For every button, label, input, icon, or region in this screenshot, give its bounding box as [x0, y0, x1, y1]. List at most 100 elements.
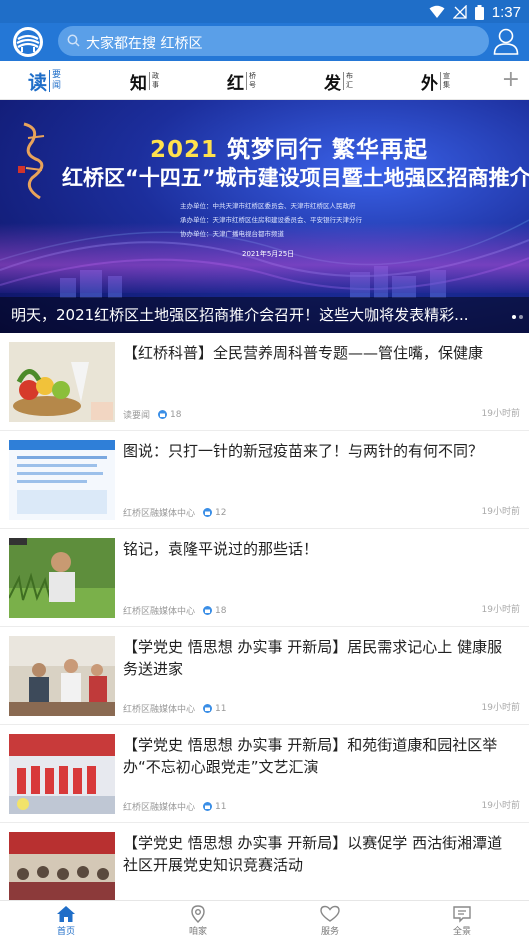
tab-external[interactable]: 外 宣集 [421, 67, 450, 95]
news-source: 红桥区融媒体中心 [123, 607, 196, 617]
banner-host: 主办单位：中共天津市红桥区委员会、天津市红桥区人民政府 [180, 202, 356, 210]
search-placeholder: 大家都在搜 红桥区 [86, 36, 203, 52]
news-thumbnail [9, 440, 115, 520]
tab-read-news-char: 读 [28, 71, 48, 94]
banner-headline: 2021 筑梦同行 繁华再起 [150, 130, 428, 164]
tab-sub-char: 事 [152, 81, 159, 89]
tab-sub-char: 汇 [346, 81, 353, 89]
tab-sub-char: 政 [152, 72, 159, 80]
bottom-tab-home[interactable]: 首页 [36, 905, 96, 937]
news-title: 铭记，袁隆平说过的那些话！ [123, 540, 319, 558]
like-icon [203, 802, 213, 811]
tab-sub-char: 集 [443, 81, 450, 89]
tab-sub-char: 要 [52, 70, 62, 80]
news-likes: 11 [203, 704, 226, 714]
tab-sub-char: 闻 [52, 81, 62, 91]
location-icon [191, 905, 205, 923]
bottom-tab-bar: 首页 咱家 服务 全景 [0, 900, 529, 942]
news-meta: 读要闻 18 [123, 408, 181, 422]
news-title: 图说：只打一针的新冠疫苗来了！与两针的有何不同？ [123, 442, 484, 460]
banner-date: 2021年5月25日 [242, 250, 295, 258]
calligraphy-seal-icon [18, 122, 45, 200]
heart-icon [320, 905, 340, 922]
news-time: 19小时前 [481, 507, 520, 517]
news-thumbnail [9, 734, 115, 814]
app-header: 大家都在搜 红桥区 [0, 23, 529, 61]
news-item[interactable]: 【学党史 悟思想 办实事 开新局】和苑街道康和园社区举办“不忘初心跟党走”文艺汇… [0, 725, 529, 823]
news-meta: 红桥区融媒体中心 11 [123, 702, 226, 716]
news-like-count: 18 [215, 605, 227, 616]
news-time: 19小时前 [481, 801, 520, 811]
tab-sub-char: 桥 [249, 72, 256, 80]
add-channel-icon[interactable]: + [502, 69, 520, 91]
banner-co-organizer: 协办单位：天津广播电视台都市频道 [180, 230, 284, 238]
news-thumbnail [9, 342, 115, 422]
banner-organizer: 承办单位：天津市红桥区住房和建设委员会、平安银行天津分行 [180, 216, 362, 224]
bottom-tab-service[interactable]: 服务 [300, 905, 360, 937]
like-icon [203, 704, 213, 713]
battery-icon [474, 4, 484, 20]
news-time: 19小时前 [481, 605, 520, 615]
news-meta: 红桥区融媒体中心 18 [123, 604, 227, 618]
home-icon [57, 906, 75, 922]
status-icons: 1:37 [429, 3, 521, 21]
news-like-count: 12 [215, 507, 227, 518]
app-logo-icon[interactable] [12, 26, 44, 58]
news-item[interactable]: 【红桥科普】全民营养周科普专题——管住嘴，保健康 读要闻 18 19小时前 [0, 333, 529, 431]
carousel-indicator [512, 315, 523, 319]
carousel-dot [519, 315, 523, 319]
news-source: 红桥区融媒体中心 [123, 509, 196, 519]
news-time: 19小时前 [481, 409, 520, 419]
no-signal-icon [452, 5, 467, 19]
search-input[interactable]: 大家都在搜 红桥区 [58, 26, 489, 56]
news-item[interactable]: 图说：只打一针的新冠疫苗来了！与两针的有何不同？ 红桥区融媒体中心 12 19小… [0, 431, 529, 529]
news-title: 【学党史 悟思想 办实事 开新局】以赛促学 西沽街湘潭道社区开展党史知识竞赛活动 [123, 834, 503, 874]
news-like-count: 11 [215, 801, 227, 812]
tab-read-news[interactable]: 读 要闻 [28, 67, 61, 95]
banner-subheadline: 红桥区“十四五”城市建设项目暨土地强区招商推介会 [62, 166, 529, 190]
news-source: 红桥区融媒体中心 [123, 705, 196, 715]
carousel-dot [512, 315, 516, 319]
news-time: 19小时前 [481, 703, 520, 713]
tab-external-sub: 宣集 [440, 72, 450, 90]
news-title: 【学党史 悟思想 办实事 开新局】和苑街道康和园社区举办“不忘初心跟党走”文艺汇… [123, 736, 498, 776]
news-item[interactable]: 铭记，袁隆平说过的那些话！ 红桥区融媒体中心 18 19小时前 [0, 529, 529, 627]
banner-caption: 明天，2021红桥区土地强区招商推介会召开！这些大咖将发表精彩... [11, 306, 469, 324]
bottom-tab-panorama[interactable]: 全景 [432, 905, 492, 937]
channel-tabs: 读 要闻 知 政事 红 桥号 发 布汇 外 宣集 + [0, 61, 529, 100]
panorama-icon [453, 906, 471, 923]
tab-release-char: 发 [324, 73, 341, 94]
user-icon[interactable] [493, 27, 519, 55]
tab-sub-char: 布 [346, 72, 353, 80]
bottom-tab-our-home[interactable]: 咱家 [168, 905, 228, 937]
news-likes: 18 [158, 410, 181, 420]
tab-sub-char: 宣 [443, 72, 450, 80]
like-icon [203, 606, 213, 615]
tab-hongqiao-account[interactable]: 红 桥号 [227, 67, 256, 95]
tab-know-politics-sub: 政事 [149, 72, 159, 90]
tab-hongqiao-account-sub: 桥号 [246, 72, 256, 90]
news-likes: 11 [203, 802, 226, 812]
news-item[interactable]: 【学党史 悟思想 办实事 开新局】居民需求记心上 健康服务送进家 红桥区融媒体中… [0, 627, 529, 725]
featured-banner[interactable]: 2021 筑梦同行 繁华再起 红桥区“十四五”城市建设项目暨土地强区招商推介会 … [0, 100, 529, 333]
tab-know-politics-char: 知 [130, 73, 147, 94]
news-like-count: 18 [170, 409, 182, 420]
news-like-count: 11 [215, 703, 227, 714]
bottom-tab-label: 全景 [452, 927, 471, 937]
tab-read-news-sub: 要闻 [49, 70, 61, 92]
bottom-tab-label: 服务 [320, 927, 339, 937]
banner-slogan: 筑梦同行 繁华再起 [227, 137, 429, 163]
tab-external-char: 外 [421, 73, 438, 94]
news-thumbnail [9, 538, 115, 618]
like-icon [158, 410, 168, 419]
tab-release[interactable]: 发 布汇 [324, 67, 353, 95]
tab-know-politics[interactable]: 知 政事 [130, 67, 159, 95]
like-icon [203, 508, 213, 517]
search-icon [67, 34, 80, 47]
news-source: 读要闻 [123, 411, 151, 421]
status-bar: 1:37 [0, 0, 529, 23]
news-meta: 红桥区融媒体中心 11 [123, 800, 226, 814]
banner-year: 2021 [150, 137, 219, 163]
tab-sub-char: 号 [249, 81, 256, 89]
wifi-icon [429, 5, 445, 18]
